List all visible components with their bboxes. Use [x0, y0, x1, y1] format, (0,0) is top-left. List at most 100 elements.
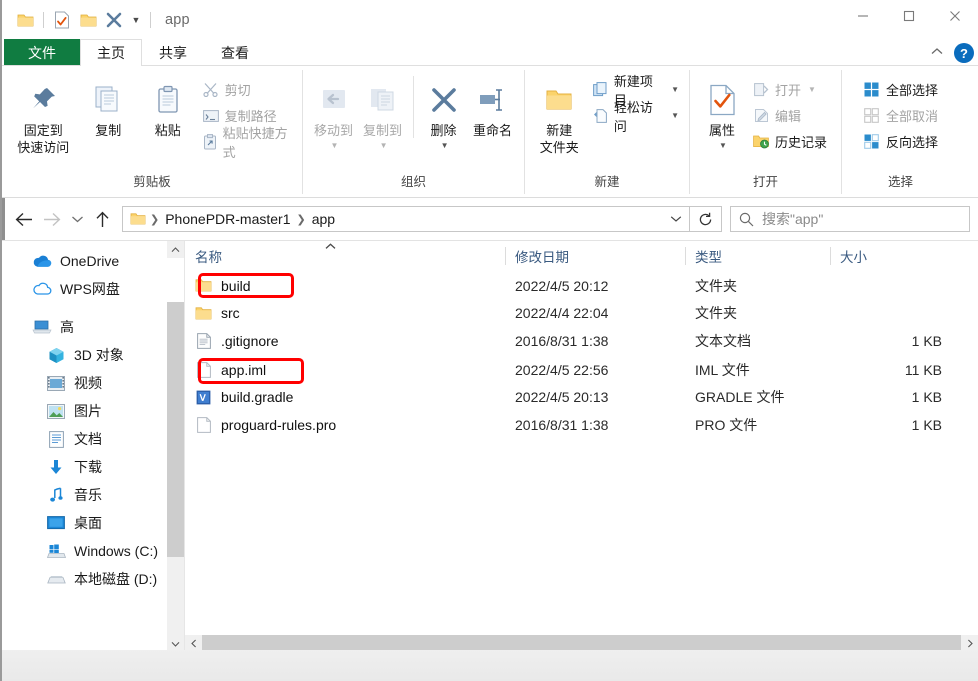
main-area: OneDrive WPS网盘 高 3D 对象 视频 图片 文档 下载 音乐 桌面…	[2, 240, 978, 652]
rename-button[interactable]: 重命名	[467, 74, 518, 139]
sidebar-item-videos[interactable]: 视频	[2, 369, 184, 397]
refresh-button[interactable]	[690, 206, 722, 232]
table-row[interactable]: app.iml 2022/4/5 22:56 IML 文件 11 KB	[185, 355, 978, 384]
file-name-cell[interactable]: app.iml	[185, 355, 505, 384]
sidebar-scrollbar-thumb[interactable]	[167, 258, 184, 302]
breadcrumb-item-1[interactable]: app	[308, 211, 339, 227]
column-header-type[interactable]: 类型	[685, 241, 830, 271]
column-header-name[interactable]: 名称	[185, 241, 505, 271]
sidebar-item-local-disk-d[interactable]: 本地磁盘 (D:)	[2, 565, 184, 593]
invert-selection-icon	[863, 133, 881, 151]
delete-button[interactable]: 删除 ▼	[420, 74, 467, 154]
select-all-button[interactable]: 全部选择	[859, 77, 942, 102]
edit-button[interactable]: 编辑	[748, 103, 831, 128]
copy-to-chevron-down-icon[interactable]: ▼	[380, 137, 388, 154]
table-row[interactable]: .gitignore 2016/8/31 1:38 文本文档 1 KB	[185, 326, 978, 355]
pictures-icon	[46, 401, 66, 421]
table-row[interactable]: build 2022/4/5 20:12 文件夹	[185, 271, 978, 300]
copy-button[interactable]: 复制	[78, 74, 138, 139]
paste-shortcut-button[interactable]: 粘贴快捷方式	[198, 126, 296, 160]
windows-drive-icon	[46, 541, 66, 561]
qat-new-folder-icon[interactable]	[75, 7, 101, 33]
sidebar-item-onedrive[interactable]: OneDrive	[2, 247, 184, 275]
tab-home[interactable]: 主页	[80, 39, 142, 66]
file-size-cell: 11 KB	[904, 361, 942, 378]
qat-customize-chevron-down-icon[interactable]: ▼	[127, 7, 145, 33]
maximize-button[interactable]	[886, 0, 932, 31]
new-folder-button[interactable]: 新建 文件夹	[531, 74, 588, 156]
breadcrumb-sep-0[interactable]: ❯	[148, 213, 161, 226]
new-small-commands: 新建项目 ▼ 轻松访问 ▼	[588, 74, 683, 134]
invert-selection-button[interactable]: 反向选择	[859, 129, 942, 154]
select-none-button[interactable]: 全部取消	[859, 103, 942, 128]
properties-button[interactable]: 属性 ▼	[696, 74, 748, 154]
open-chevron-down-icon[interactable]: ▼	[808, 85, 816, 94]
tab-view[interactable]: 查看	[204, 39, 266, 65]
breadcrumb-bar[interactable]: ❯ PhonePDR-master1 ❯ app	[122, 206, 690, 232]
help-icon[interactable]: ?	[954, 43, 974, 63]
sidebar-item-pictures[interactable]: 图片	[2, 397, 184, 425]
sidebar-item-downloads[interactable]: 下载	[2, 453, 184, 481]
new-item-chevron-down-icon[interactable]: ▼	[671, 85, 679, 94]
breadcrumb-sep-1[interactable]: ❯	[295, 213, 308, 226]
table-row[interactable]: build.gradle 2022/4/5 20:13 GRADLE 文件 1 …	[185, 384, 978, 410]
sidebar-item-documents[interactable]: 文档	[2, 425, 184, 453]
breadcrumb-chevron-down-icon[interactable]	[665, 215, 687, 223]
close-button[interactable]	[932, 0, 978, 31]
table-row[interactable]: proguard-rules.pro 2016/8/31 1:38 PRO 文件…	[185, 410, 978, 439]
open-button[interactable]: 打开 ▼	[748, 77, 831, 102]
move-to-chevron-down-icon[interactable]: ▼	[331, 137, 339, 154]
tab-file[interactable]: 文件	[4, 39, 80, 65]
move-to-icon	[319, 78, 349, 122]
up-button[interactable]	[88, 205, 116, 233]
easy-access-button[interactable]: 轻松访问 ▼	[588, 100, 683, 134]
table-row[interactable]: src 2022/4/4 22:04 文件夹	[185, 300, 978, 326]
tab-share[interactable]: 共享	[142, 39, 204, 65]
column-header-size[interactable]: 大小	[830, 241, 978, 271]
ribbon-group-organize-label: 组织	[400, 175, 426, 189]
qat-properties-icon[interactable]	[49, 7, 75, 33]
sidebar-scroll-up-icon[interactable]	[167, 241, 184, 258]
search-input[interactable]: 搜索"app"	[762, 209, 823, 229]
file-name-cell[interactable]: build.gradle	[185, 384, 505, 410]
sidebar-item-desktop[interactable]: 桌面	[2, 509, 184, 537]
column-header-date[interactable]: 修改日期	[505, 241, 685, 271]
file-name-cell[interactable]: .gitignore	[185, 326, 505, 355]
sidebar-item-this-pc[interactable]: 高	[2, 313, 184, 341]
file-name-cell[interactable]: build	[185, 271, 505, 300]
history-label: 历史记录	[775, 135, 828, 150]
sidebar-item-wps-cloud[interactable]: WPS网盘	[2, 275, 184, 303]
sidebar-item-music[interactable]: 音乐	[2, 481, 184, 509]
qat-folder-icon[interactable]	[12, 7, 38, 33]
breadcrumb-item-0[interactable]: PhonePDR-master1	[161, 211, 294, 227]
forward-button[interactable]	[38, 205, 66, 233]
sidebar-item-3d-objects[interactable]: 3D 对象	[2, 341, 184, 369]
sidebar-item-pictures-label: 图片	[74, 403, 102, 419]
history-button[interactable]: 历史记录	[748, 129, 831, 154]
search-box[interactable]: 搜索"app"	[730, 206, 970, 232]
copy-to-button[interactable]: 复制到 ▼	[358, 74, 407, 154]
cut-button[interactable]: 剪切	[198, 77, 296, 102]
videos-icon	[46, 373, 66, 393]
help-label: ?	[960, 45, 968, 61]
file-name-cell[interactable]: src	[185, 300, 505, 326]
file-date-cell: 2022/4/4 22:04	[515, 305, 609, 321]
sidebar-item-windows-c[interactable]: Windows (C:)	[2, 537, 184, 565]
chevron-up-icon[interactable]	[926, 47, 948, 59]
recent-locations-button[interactable]	[66, 205, 88, 233]
move-to-button[interactable]: 移动到 ▼	[309, 74, 358, 154]
delete-chevron-down-icon[interactable]: ▼	[441, 137, 449, 154]
sidebar-scrollbar[interactable]	[167, 241, 184, 652]
music-icon	[46, 485, 66, 505]
pin-to-quick-access-button[interactable]: 固定到 快速访问	[8, 74, 78, 156]
edit-label: 编辑	[775, 109, 802, 124]
select-none-icon	[863, 107, 881, 125]
file-name-cell[interactable]: proguard-rules.pro	[185, 410, 505, 439]
sidebar-scrollbar-track[interactable]	[167, 302, 184, 557]
qat-delete-icon[interactable]	[101, 7, 127, 33]
paste-button[interactable]: 粘贴	[138, 74, 198, 139]
easy-access-chevron-down-icon[interactable]: ▼	[671, 111, 679, 120]
back-button[interactable]	[10, 205, 38, 233]
properties-chevron-down-icon[interactable]: ▼	[719, 137, 727, 154]
minimize-button[interactable]	[840, 0, 886, 31]
